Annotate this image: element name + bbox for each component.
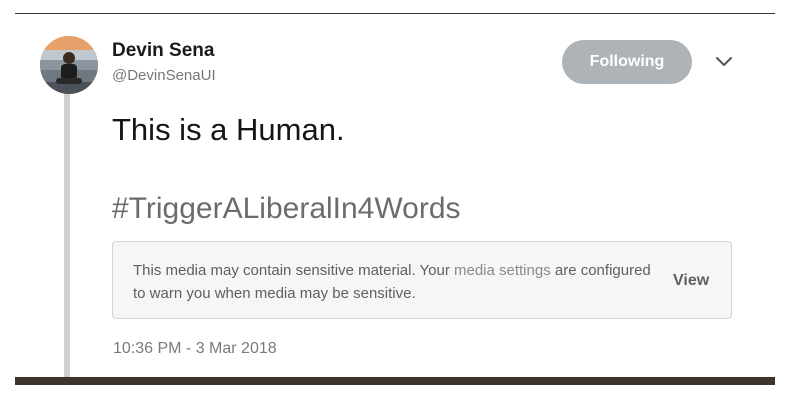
- thread-line: [64, 92, 70, 378]
- view-button[interactable]: View: [673, 272, 709, 290]
- warning-text-before: This media may contain sensitive materia…: [133, 262, 454, 279]
- hashtag-link[interactable]: #TriggerALiberalIn4Words: [112, 192, 461, 226]
- sensitive-media-warning: This media may contain sensitive materia…: [112, 241, 732, 319]
- following-button[interactable]: Following: [562, 40, 692, 84]
- author-name[interactable]: Devin Sena: [112, 40, 214, 62]
- author-handle[interactable]: @DevinSenaUI: [112, 67, 216, 84]
- tweet-text: This is a Human.: [112, 112, 345, 147]
- top-divider: [15, 13, 775, 14]
- sensitive-media-message: This media may contain sensitive materia…: [133, 259, 663, 305]
- timestamp[interactable]: 10:36 PM - 3 Mar 2018: [113, 340, 277, 358]
- bottom-bar: [15, 377, 775, 385]
- avatar[interactable]: [40, 36, 98, 94]
- media-settings-link[interactable]: media settings: [454, 262, 551, 279]
- chevron-down-icon[interactable]: [713, 52, 735, 72]
